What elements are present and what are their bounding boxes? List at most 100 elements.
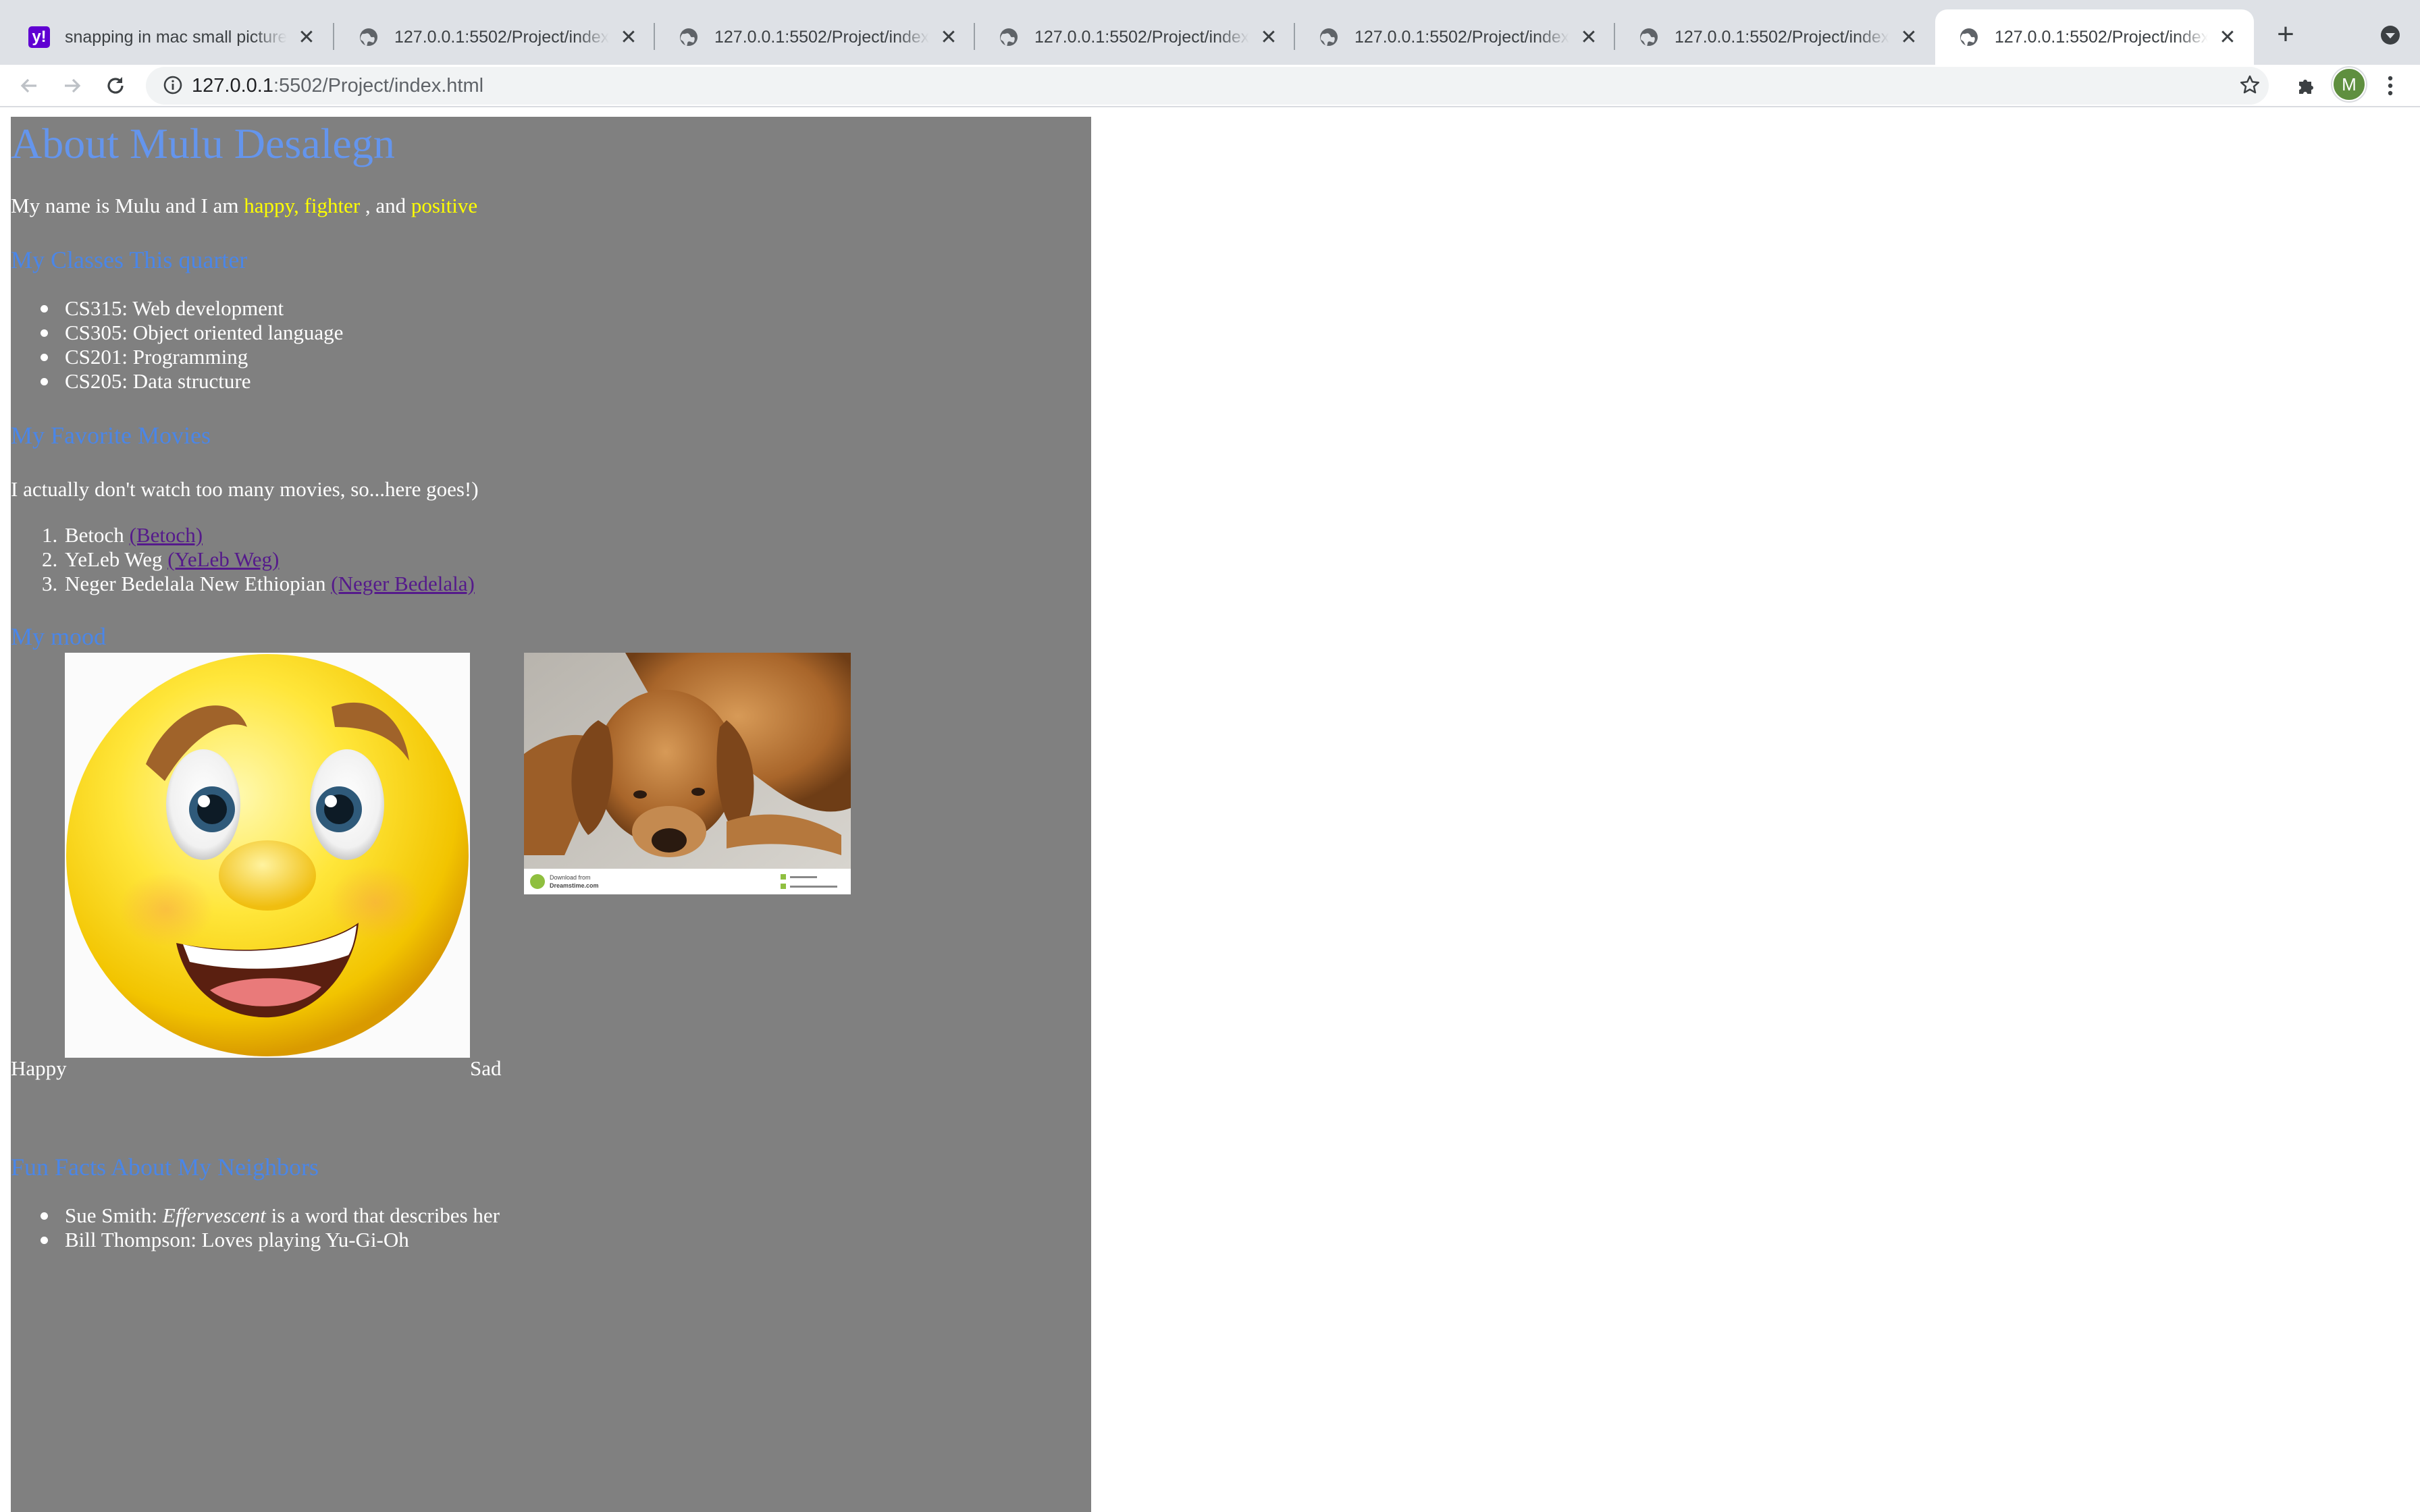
tab-search-icon[interactable]	[2375, 20, 2405, 50]
close-icon[interactable]: ✕	[617, 26, 640, 49]
tab-title: 127.0.0.1:5502/Project/index.html	[714, 27, 929, 47]
list-item: 1. Betoch (Betoch)	[42, 523, 475, 547]
classes-heading: My Classes This quarter	[11, 246, 248, 273]
bullet	[41, 329, 48, 337]
neighbor-prefix: Bill Thompson: Loves playing Yu-Gi-Oh	[65, 1228, 409, 1251]
reload-button[interactable]	[99, 69, 132, 103]
happy-smiley-image	[65, 653, 470, 1058]
url-path: :5502/Project/index.html	[273, 75, 484, 97]
url-host: 127.0.0.1	[192, 75, 273, 97]
page-title: About Mulu Desalegn	[11, 119, 395, 167]
toolbar-divider	[0, 106, 2420, 107]
intro-middle: , and	[360, 194, 411, 217]
tab-localhost-4[interactable]: 127.0.0.1:5502/Project/index.html ✕	[1295, 9, 1615, 65]
globe-icon	[1318, 26, 1340, 48]
neighbor-suffix: is a word that describes her	[265, 1204, 500, 1227]
trait-happy-fighter: happy, fighter	[244, 194, 361, 217]
list-number: 3.	[42, 572, 58, 595]
class-item: CS205: Data structure	[65, 369, 251, 393]
close-icon[interactable]: ✕	[1897, 26, 1920, 49]
tab-title: snapping in mac small pictures	[65, 27, 287, 47]
bullet	[41, 378, 48, 385]
movie-link-yeleb-weg[interactable]: (YeLeb Weg)	[167, 547, 279, 571]
yahoo-favicon-icon: y!	[28, 26, 50, 48]
movie-link-betoch[interactable]: (Betoch)	[130, 523, 203, 547]
list-item: Sue Smith: Effervescent is a word that d…	[41, 1204, 500, 1228]
neighbors-heading: Fun Facts About My Neighbors	[11, 1154, 319, 1181]
tab-separator	[333, 23, 334, 50]
movie-link-neger-bedelala[interactable]: (Neger Bedelala)	[331, 572, 475, 595]
trait-positive: positive	[411, 194, 478, 217]
movies-heading: My Favorite Movies	[11, 422, 211, 449]
close-icon[interactable]: ✕	[295, 26, 318, 49]
tab-localhost-5[interactable]: 127.0.0.1:5502/Project/index.html ✕	[1615, 9, 1935, 65]
list-item: 2. YeLeb Weg (YeLeb Weg)	[42, 547, 475, 572]
bookmark-star-icon[interactable]	[2235, 70, 2265, 100]
globe-icon	[1638, 26, 1660, 48]
close-icon[interactable]: ✕	[2216, 26, 2239, 49]
reload-icon	[107, 77, 124, 94]
tab-title: 127.0.0.1:5502/Project/index.html	[1995, 27, 2208, 47]
tab-strip: y! snapping in mac small pictures ✕ 127.…	[0, 0, 2420, 65]
bullet	[41, 305, 48, 313]
globe-icon	[358, 26, 379, 48]
bullet	[41, 354, 48, 361]
more-menu-icon[interactable]	[2375, 69, 2405, 103]
bullet	[41, 1212, 48, 1220]
class-item: CS315: Web development	[65, 296, 284, 320]
dog-photo-icon: Download from Dreamstime.com	[524, 653, 851, 894]
new-tab-button[interactable]: +	[2269, 18, 2303, 51]
class-item: CS305: Object oriented language	[65, 321, 344, 344]
neighbor-emphasis: Effervescent	[162, 1204, 266, 1227]
url-text[interactable]: 127.0.0.1:5502/Project/index.html	[192, 68, 483, 103]
list-number: 1.	[42, 523, 58, 547]
movie-title: YeLeb Weg	[65, 547, 163, 571]
list-item: CS305: Object oriented language	[41, 321, 344, 345]
list-item: CS205: Data structure	[41, 369, 343, 394]
page-body: About Mulu Desalegn My name is Mulu and …	[11, 117, 1091, 1512]
tab-title: 127.0.0.1:5502/Project/index.html	[394, 27, 609, 47]
arrow-left-icon	[20, 78, 36, 93]
bullet	[41, 1237, 48, 1244]
sad-dog-image: Download from Dreamstime.com	[524, 653, 851, 894]
mood-heading: My mood	[11, 623, 107, 650]
list-item: 3. Neger Bedelala New Ethiopian (Neger Be…	[42, 572, 475, 596]
class-item: CS201: Programming	[65, 345, 248, 369]
intro-prefix: My name is Mulu and I am	[11, 194, 244, 217]
sad-caption: Sad	[470, 1056, 502, 1080]
list-item: Bill Thompson: Loves playing Yu-Gi-Oh	[41, 1228, 500, 1252]
movies-intro: I actually don't watch too many movies, …	[11, 477, 479, 501]
tab-localhost-1[interactable]: 127.0.0.1:5502/Project/index.html ✕	[335, 9, 655, 65]
back-button[interactable]	[12, 69, 46, 103]
movie-title: Neger Bedelala New Ethiopian	[65, 572, 326, 595]
info-icon[interactable]	[161, 73, 185, 97]
forward-button[interactable]	[55, 69, 89, 103]
close-icon[interactable]: ✕	[1257, 26, 1280, 49]
globe-icon	[678, 26, 700, 48]
neighbor-prefix: Sue Smith:	[65, 1204, 163, 1227]
tab-localhost-3[interactable]: 127.0.0.1:5502/Project/index.html ✕	[975, 9, 1295, 65]
tab-localhost-2[interactable]: 127.0.0.1:5502/Project/index.html ✕	[655, 9, 975, 65]
movies-list: 1. Betoch (Betoch) 2. YeLeb Weg (YeLeb Weg…	[42, 523, 475, 596]
watermark-line-1: Download from	[550, 874, 591, 881]
arrow-right-icon	[65, 78, 81, 93]
list-item: CS201: Programming	[41, 345, 343, 369]
tab-title: 127.0.0.1:5502/Project/index.html	[1034, 27, 1249, 47]
movie-title: Betoch	[65, 523, 124, 547]
tab-title: 127.0.0.1:5502/Project/index.html	[1354, 27, 1569, 47]
intro-paragraph: My name is Mulu and I am happy, fighter …	[11, 194, 477, 218]
extensions-puzzle-icon[interactable]	[2289, 69, 2323, 103]
globe-icon	[1958, 26, 1980, 48]
close-icon[interactable]: ✕	[1577, 26, 1600, 49]
yahoo-logo: y!	[28, 26, 50, 48]
tab-yahoo-search[interactable]: y! snapping in mac small pictures ✕	[5, 9, 333, 65]
globe-icon	[998, 26, 1020, 48]
smiley-face-icon	[66, 654, 469, 1056]
classes-list: CS315: Web development CS305: Object ori…	[41, 296, 344, 394]
list-item: CS315: Web development	[41, 296, 343, 321]
profile-avatar[interactable]: M	[2332, 68, 2366, 101]
tab-localhost-active[interactable]: 127.0.0.1:5502/Project/index.html ✕	[1935, 9, 2254, 65]
tab-title: 127.0.0.1:5502/Project/index.html	[1675, 27, 1889, 47]
close-icon[interactable]: ✕	[937, 26, 960, 49]
list-number: 2.	[42, 547, 58, 571]
